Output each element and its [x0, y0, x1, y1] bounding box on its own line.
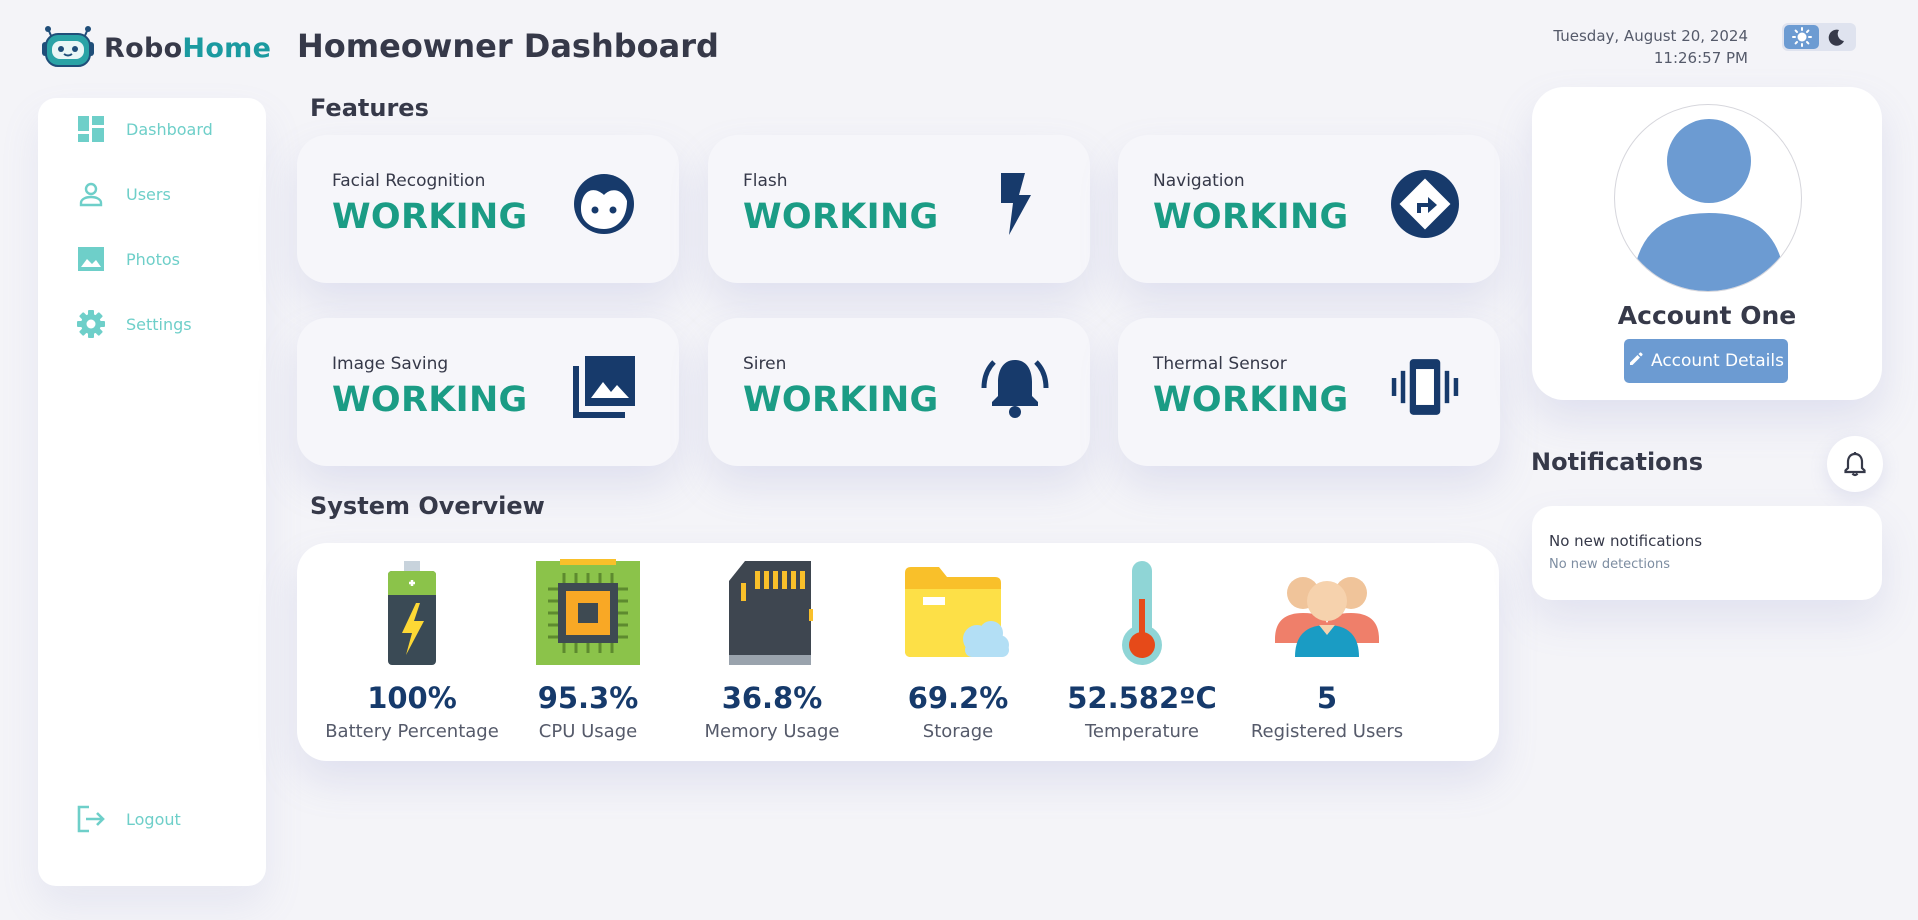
thermometer-icon [1052, 558, 1232, 668]
stat-value: 69.2% [907, 681, 1009, 715]
feature-card-flash[interactable]: Flash WORKING [708, 135, 1090, 283]
photo-library-icon [569, 352, 639, 422]
users-group-icon [1237, 558, 1417, 668]
brand-name: RoboHome [104, 32, 272, 64]
image-icon [76, 244, 106, 274]
logout-label: Logout [126, 809, 181, 829]
sun-icon [1791, 27, 1812, 47]
account-details-label: Account Details [1651, 351, 1784, 371]
notification-subtitle: No new detections [1549, 557, 1670, 572]
feature-status: WORKING [1153, 197, 1349, 237]
sidebar-item-dashboard[interactable]: Dashboard [76, 114, 213, 144]
logout-button[interactable]: Logout [76, 804, 181, 834]
feature-status: WORKING [332, 380, 528, 420]
stat-label: CPU Usage [538, 721, 638, 742]
directions-icon [1390, 169, 1460, 239]
feature-status: WORKING [332, 197, 528, 237]
gear-icon [76, 309, 106, 339]
feature-card-image-saving[interactable]: Image Saving WORKING [297, 318, 679, 466]
current-time: 11:26:57 PM [1653, 49, 1748, 67]
notifications-bell-button[interactable] [1827, 436, 1883, 492]
bell-icon [1844, 452, 1866, 477]
user-avatar-icon [1633, 119, 1785, 291]
current-datetime: Tuesday, August 20, 2024 11:26:57 PM [1553, 25, 1748, 69]
stat-label: Storage [922, 721, 994, 742]
stat-value: 95.3% [537, 681, 639, 715]
pencil-icon [1628, 351, 1644, 372]
notification-item: No new notifications No new detections [1532, 506, 1882, 600]
feature-label: Facial Recognition [332, 171, 486, 191]
stat-memory: 36.8% Memory Usage [682, 558, 862, 742]
account-details-button[interactable]: Account Details [1624, 339, 1788, 383]
account-name: Account One [1617, 301, 1797, 330]
feature-label: Navigation [1153, 171, 1245, 191]
sidebar: Dashboard Users Photos Settings Logout [38, 98, 266, 886]
face-icon [569, 169, 639, 239]
memory-card-icon [682, 558, 862, 668]
feature-card-thermal-sensor[interactable]: Thermal Sensor WORKING [1118, 318, 1500, 466]
system-overview-panel: 100% Battery Percentage 95.3% CPU Usage [297, 543, 1499, 761]
cpu-icon [498, 558, 678, 668]
page-title: Homeowner Dashboard [297, 27, 719, 65]
logout-icon [76, 804, 106, 834]
light-mode-button[interactable] [1784, 25, 1819, 49]
robot-logo-icon [40, 24, 96, 72]
stat-label: Memory Usage [704, 721, 840, 742]
feature-card-facial-recognition[interactable]: Facial Recognition WORKING [297, 135, 679, 283]
feature-label: Image Saving [332, 354, 449, 374]
moon-icon [1828, 29, 1844, 46]
sidebar-item-label: Users [126, 184, 171, 204]
sidebar-item-photos[interactable]: Photos [76, 244, 180, 274]
stat-storage: 69.2% Storage [868, 558, 1048, 742]
stat-battery: 100% Battery Percentage [322, 558, 502, 742]
feature-label: Thermal Sensor [1153, 354, 1287, 374]
notifications-title: Notifications [1531, 448, 1704, 476]
sidebar-item-users[interactable]: Users [76, 179, 171, 209]
feature-card-navigation[interactable]: Navigation WORKING [1118, 135, 1500, 283]
sidebar-item-label: Photos [126, 249, 180, 269]
stat-value: 36.8% [721, 681, 823, 715]
user-icon [76, 179, 106, 209]
feature-status: WORKING [1153, 380, 1349, 420]
current-date: Tuesday, August 20, 2024 [1553, 27, 1748, 45]
feature-status: WORKING [743, 380, 939, 420]
stat-label: Temperature [1084, 721, 1200, 742]
avatar [1614, 104, 1802, 292]
stat-cpu: 95.3% CPU Usage [498, 558, 678, 742]
features-title: Features [310, 94, 429, 122]
battery-icon [322, 558, 502, 668]
stat-label: Battery Percentage [325, 721, 499, 742]
dark-mode-button[interactable] [1819, 25, 1854, 49]
stat-value: 5 [1316, 681, 1338, 715]
sidebar-item-settings[interactable]: Settings [76, 309, 192, 339]
stat-temperature: 52.582ºC Temperature [1052, 558, 1232, 742]
brand-logo[interactable]: RoboHome [40, 24, 271, 72]
feature-label: Siren [743, 354, 787, 374]
dashboard-icon [76, 114, 106, 144]
vibration-icon [1390, 352, 1460, 422]
feature-label: Flash [743, 171, 788, 191]
feature-card-siren[interactable]: Siren WORKING [708, 318, 1090, 466]
feature-status: WORKING [743, 197, 939, 237]
stat-value: 52.582ºC [1067, 681, 1217, 715]
stat-value: 100% [367, 681, 457, 715]
bolt-icon [980, 169, 1050, 239]
stat-users: 5 Registered Users [1237, 558, 1417, 742]
bell-ringing-icon [980, 352, 1050, 422]
stat-label: Registered Users [1250, 721, 1404, 742]
sidebar-item-label: Settings [126, 314, 192, 334]
cloud-folder-icon [868, 558, 1048, 668]
theme-toggle[interactable] [1782, 23, 1856, 51]
profile-card: Account One Account Details [1532, 87, 1882, 400]
overview-title: System Overview [310, 492, 545, 520]
notification-title: No new notifications [1549, 532, 1703, 550]
sidebar-item-label: Dashboard [126, 119, 213, 139]
